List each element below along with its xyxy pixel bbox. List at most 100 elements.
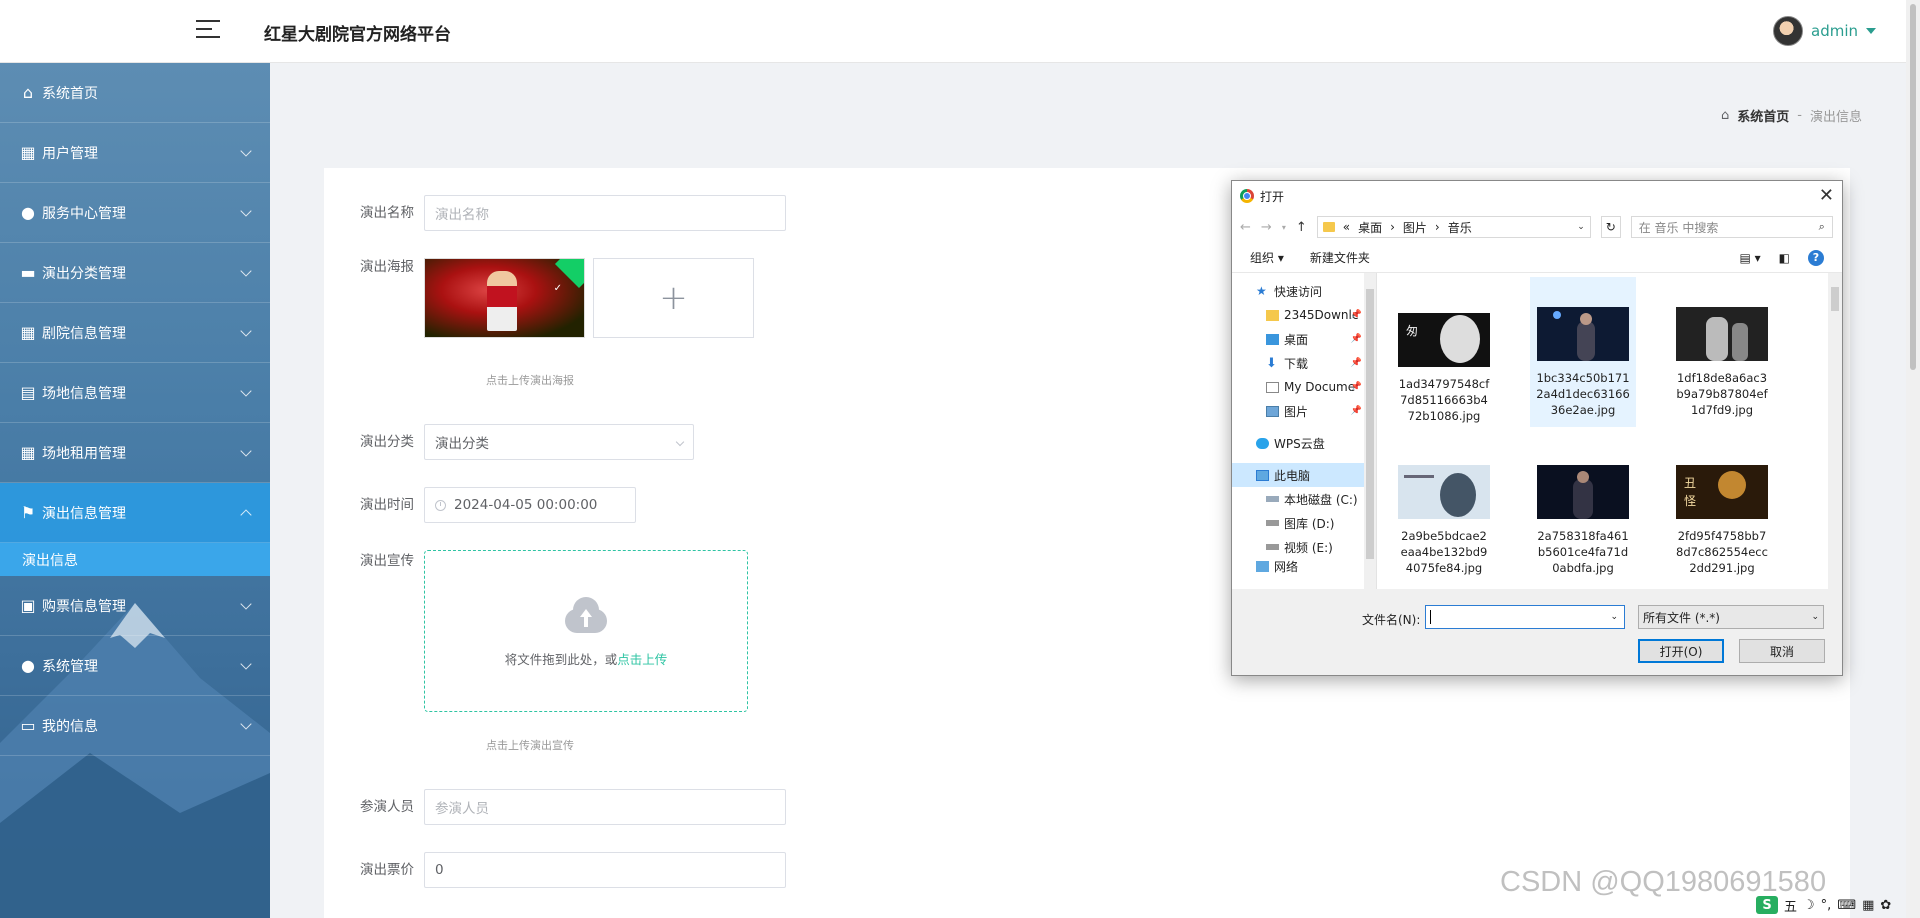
performance-name-input[interactable]: 演出名称 <box>424 195 786 231</box>
sidebar-item-label: 演出信息管理 <box>42 505 126 522</box>
add-poster-button[interactable]: + <box>593 258 754 338</box>
tree-item-pictures[interactable]: 图片 📌 <box>1232 399 1376 423</box>
poster-thumbnail[interactable]: ✓ <box>424 258 585 338</box>
sidebar-item-performance[interactable]: ⚑ 演出信息管理 <box>0 483 270 543</box>
dialog-titlebar: 打开 ✕ <box>1232 181 1842 211</box>
sidebar-item-service[interactable]: ● 服务中心管理 <box>0 183 270 243</box>
file-name-line: 72b1086.jpg <box>1407 409 1481 423</box>
sidebar-item-category[interactable]: ▬ 演出分类管理 <box>0 243 270 303</box>
dialog-search-input[interactable]: 在 音乐 中搜索 ⌕ <box>1630 216 1833 238</box>
performance-time-picker[interactable]: 2024-04-05 00:00:00 <box>424 487 636 523</box>
recent-dropdown-icon[interactable]: ▾ <box>1282 223 1286 232</box>
ime-logo-icon[interactable]: S <box>1756 896 1778 914</box>
file-item[interactable]: 匆 1ad34797548cf 7d85116663b4 72b1086.jpg <box>1391 313 1497 424</box>
filename-input[interactable]: ⌄ <box>1425 605 1625 629</box>
tree-item-2345download[interactable]: 2345Downlc 📌 <box>1232 303 1376 327</box>
ticket-price-input[interactable]: 0 <box>424 852 786 888</box>
tree-item-drive-d[interactable]: 图库 (D:) <box>1232 511 1376 535</box>
grid-icon[interactable]: ▦ <box>1862 898 1874 913</box>
tree-item-desktop[interactable]: 桌面 📌 <box>1232 327 1376 351</box>
help-icon[interactable]: ? <box>1808 249 1824 266</box>
organize-menu[interactable]: 组织 ▾ <box>1250 249 1284 266</box>
form-row-category: 演出分类 演出分类 <box>324 424 694 460</box>
chevron-down-icon[interactable]: ⌄ <box>1610 612 1618 622</box>
sidebar-item-home[interactable]: ⌂ 系统首页 <box>0 63 270 123</box>
sidebar-item-label: 系统首页 <box>42 85 98 102</box>
file-item[interactable]: 丑怪 2fd95f4758bb7 8d7c862554ecc 2dd291.jpg <box>1669 465 1775 576</box>
upload-drop-text: 将文件拖到此处，或 <box>504 651 618 667</box>
user-menu[interactable]: admin <box>1773 16 1876 46</box>
chevron-down-icon <box>240 658 252 670</box>
sidebar-item-label: 场地租用管理 <box>42 445 126 462</box>
sidebar-item-label: 服务中心管理 <box>42 205 126 222</box>
file-name-line: 7d85116663b4 <box>1400 393 1488 407</box>
svg-text:匆: 匆 <box>1406 324 1418 338</box>
form-label: 演出宣传 <box>360 553 414 569</box>
tree-item-drive-e[interactable]: 视频 (E:) <box>1232 535 1376 559</box>
image-thumbnail <box>1537 307 1629 361</box>
chevron-down-icon[interactable]: ⌄ <box>1577 222 1585 232</box>
sidebar-item-rental[interactable]: ▦ 场地租用管理 <box>0 423 270 483</box>
tree-item-drive-c[interactable]: 本地磁盘 (C:) <box>1232 487 1376 511</box>
file-name-line: b9a79b87804ef <box>1676 387 1768 401</box>
open-button[interactable]: 打开(O) <box>1638 639 1724 663</box>
check-icon: ✓ <box>553 283 562 294</box>
tree-item-wps-cloud[interactable]: WPS云盘 <box>1232 431 1376 455</box>
keyboard-icon[interactable]: ⌨ <box>1837 898 1856 913</box>
submenu-item-performance-info[interactable]: 演出信息 <box>0 543 270 576</box>
refresh-icon[interactable]: ↻ <box>1600 216 1621 238</box>
forward-arrow-icon[interactable]: → <box>1261 220 1272 235</box>
file-item[interactable]: 2a758318fa461 b5601ce4fa71d 0abdfa.jpg <box>1530 465 1636 576</box>
avatar <box>1773 16 1803 46</box>
moon-icon[interactable]: ☽ <box>1803 898 1815 913</box>
category-select[interactable]: 演出分类 <box>424 424 694 460</box>
back-arrow-icon[interactable]: ← <box>1240 220 1251 235</box>
sidebar-item-venue[interactable]: ▤ 场地信息管理 <box>0 363 270 423</box>
new-folder-button[interactable]: 新建文件夹 <box>1310 249 1370 266</box>
page-scrollbar[interactable] <box>1906 0 1920 918</box>
address-bar[interactable]: « 桌面 › 图片 › 音乐 ⌄ <box>1316 216 1591 238</box>
preview-pane-icon[interactable]: ◧ <box>1779 251 1790 265</box>
network-icon <box>1256 560 1269 572</box>
sidebar-item-system[interactable]: ● 系统管理 <box>0 636 270 696</box>
view-options-icon[interactable]: ▤ ▾ <box>1739 251 1760 265</box>
sidebar-item-tickets[interactable]: ▣ 购票信息管理 <box>0 576 270 636</box>
cast-input[interactable]: 参演人员 <box>424 789 786 825</box>
file-item[interactable]: 1bc334c50b171 2a4d1dec63166 36e2ae.jpg <box>1530 277 1636 427</box>
sidebar-item-users[interactable]: ▦ 用户管理 <box>0 123 270 183</box>
clock-icon <box>435 499 446 511</box>
path-segment[interactable]: 桌面 <box>1358 219 1382 236</box>
up-arrow-icon[interactable]: ↑ <box>1296 220 1307 235</box>
file-name-line: 1d7fd9.jpg <box>1690 403 1754 417</box>
folder-icon <box>1266 309 1279 321</box>
tree-item-network[interactable]: 网络 <box>1232 559 1376 573</box>
path-segment[interactable]: 图片 <box>1403 219 1427 236</box>
tree-item-this-pc[interactable]: 此电脑 <box>1232 463 1376 487</box>
dialog-footer: 文件名(N): ⌄ 所有文件 (*.*) ⌄ 打开(O) 取消 <box>1232 589 1842 675</box>
file-item[interactable]: 1df18de8a6ac3 b9a79b87804ef 1d7fd9.jpg <box>1669 307 1775 418</box>
tree-item-documents[interactable]: My Docume 📌 <box>1232 375 1376 399</box>
file-item[interactable]: 2a9be5bdcae2 eaa4be132bd9 4075fe84.jpg <box>1391 465 1497 576</box>
sidebar-item-label: 用户管理 <box>42 145 98 162</box>
tree-scrollbar[interactable] <box>1364 273 1376 589</box>
punctuation-icon[interactable]: °, <box>1821 898 1832 913</box>
ime-mode[interactable]: 五 <box>1784 896 1797 915</box>
tree-item-quick-access[interactable]: ★ 快速访问 <box>1232 279 1376 303</box>
cancel-button[interactable]: 取消 <box>1739 639 1825 663</box>
chevron-down-icon <box>240 145 252 157</box>
sidebar-item-profile[interactable]: ▭ 我的信息 <box>0 696 270 756</box>
file-type-select[interactable]: 所有文件 (*.*) ⌄ <box>1638 605 1824 629</box>
table-icon: ▦ <box>20 443 36 462</box>
pin-icon: 📌 <box>1350 358 1362 368</box>
form-label: 演出分类 <box>360 434 414 450</box>
path-segment[interactable]: 音乐 <box>1448 219 1472 236</box>
file-grid-scrollbar[interactable] <box>1828 273 1842 589</box>
skin-icon[interactable]: ✿ <box>1880 898 1891 913</box>
upload-click-link[interactable]: 点击上传 <box>617 652 667 667</box>
sidebar-item-theater[interactable]: ▦ 剧院信息管理 <box>0 303 270 363</box>
close-icon[interactable]: ✕ <box>1819 185 1834 206</box>
tree-item-downloads[interactable]: ⬇ 下载 📌 <box>1232 351 1376 375</box>
menu-toggle-icon[interactable] <box>196 20 220 40</box>
promo-upload-dropzone[interactable]: 将文件拖到此处，或点击上传 <box>424 550 748 712</box>
breadcrumb-home[interactable]: 系统首页 <box>1737 106 1789 125</box>
